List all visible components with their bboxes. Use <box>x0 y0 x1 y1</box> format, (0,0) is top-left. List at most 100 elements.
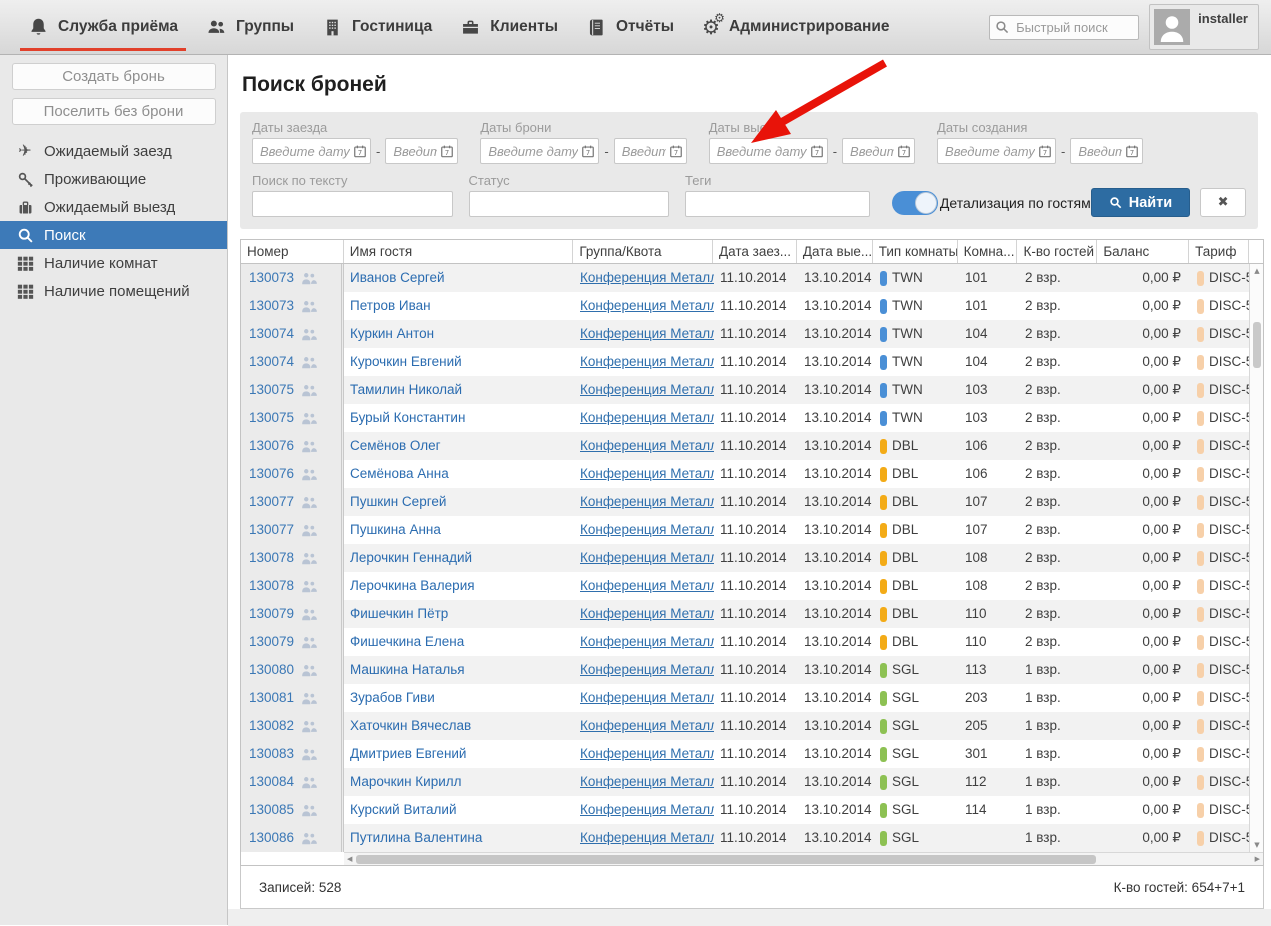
clear-filters-button[interactable]: ✖ <box>1200 188 1246 217</box>
sidebar-item-expected-departure[interactable]: Ожидаемый выезд <box>0 193 227 221</box>
group-quota-link[interactable]: Конференция Металлург <box>580 432 714 460</box>
table-row[interactable]: 130086 Путилина Валентина Конференция Ме… <box>241 824 1263 852</box>
calendar-icon[interactable]: 7 <box>1038 144 1052 158</box>
group-quota-link[interactable]: Конференция Металлург <box>580 292 714 320</box>
guest-name-link[interactable]: Курочкин Евгений <box>350 348 462 376</box>
status-input[interactable] <box>469 191 670 217</box>
user-menu[interactable]: installer <box>1149 4 1259 50</box>
booking-number-link[interactable]: 130073 <box>249 264 294 292</box>
nav-item-clients[interactable]: Клиенты <box>446 0 572 54</box>
booking-number-link[interactable]: 130073 <box>249 292 294 320</box>
guest-name-link[interactable]: Хаточкин Вячеслав <box>350 712 471 740</box>
booking-number-link[interactable]: 130079 <box>249 628 294 656</box>
guest-name-link[interactable]: Петров Иван <box>350 292 431 320</box>
group-quota-link[interactable]: Конференция Металлург <box>580 628 714 656</box>
calendar-icon[interactable]: 7 <box>810 144 824 158</box>
guest-name-link[interactable]: Пушкина Анна <box>350 516 441 544</box>
guest-name-link[interactable]: Иванов Сергей <box>350 264 445 292</box>
table-row[interactable]: 130075 Бурый Константин Конференция Мета… <box>241 404 1263 432</box>
group-quota-link[interactable]: Конференция Металлург <box>580 656 714 684</box>
booking-number-link[interactable]: 130075 <box>249 404 294 432</box>
sidebar-item-expected-arrival[interactable]: ✈ Ожидаемый заезд <box>0 137 227 165</box>
group-quota-link[interactable]: Конференция Металлург <box>580 796 714 824</box>
guest-name-link[interactable]: Фишечкина Елена <box>350 628 464 656</box>
guest-name-link[interactable]: Дмитриев Евгений <box>350 740 466 768</box>
table-row[interactable]: 130073 Петров Иван Конференция Металлург… <box>241 292 1263 320</box>
guest-name-link[interactable]: Бурый Константин <box>350 404 465 432</box>
calendar-icon[interactable]: 7 <box>669 144 683 158</box>
booking-number-link[interactable]: 130074 <box>249 320 294 348</box>
table-row[interactable]: 130077 Пушкина Анна Конференция Металлур… <box>241 516 1263 544</box>
table-row[interactable]: 130084 Марочкин Кирилл Конференция Метал… <box>241 768 1263 796</box>
column-header-balance[interactable]: Баланс <box>1097 240 1189 263</box>
nav-item-hotel[interactable]: Гостиница <box>308 0 446 54</box>
nav-item-administration[interactable]: ⚙⚙ Администрирование <box>688 0 903 54</box>
booking-number-link[interactable]: 130082 <box>249 712 294 740</box>
booking-number-link[interactable]: 130084 <box>249 768 294 796</box>
sidebar-item-search[interactable]: Поиск <box>0 221 227 249</box>
table-row[interactable]: 130080 Машкина Наталья Конференция Метал… <box>241 656 1263 684</box>
group-quota-link[interactable]: Конференция Металлург <box>580 488 714 516</box>
vertical-scroll-thumb[interactable] <box>1253 322 1261 368</box>
group-quota-link[interactable]: Конференция Металлург <box>580 516 714 544</box>
group-quota-link[interactable]: Конференция Металлург <box>580 824 714 852</box>
horizontal-scroll-thumb[interactable] <box>356 855 1096 864</box>
guest-name-link[interactable]: Семёнов Олег <box>350 432 441 460</box>
table-row[interactable]: 130083 Дмитриев Евгений Конференция Мета… <box>241 740 1263 768</box>
column-header-room-type[interactable]: Тип комнаты <box>873 240 958 263</box>
booking-number-link[interactable]: 130086 <box>249 824 294 852</box>
group-quota-link[interactable]: Конференция Металлург <box>580 544 714 572</box>
booking-number-link[interactable]: 130078 <box>249 572 294 600</box>
table-row[interactable]: 130082 Хаточкин Вячеслав Конференция Мет… <box>241 712 1263 740</box>
booking-number-link[interactable]: 130074 <box>249 348 294 376</box>
scroll-right-arrow[interactable]: ▶ <box>1255 853 1260 865</box>
column-header-group-quota[interactable]: Группа/Квота <box>573 240 713 263</box>
table-row[interactable]: 130079 Фишечкин Пётр Конференция Металлу… <box>241 600 1263 628</box>
horizontal-scrollbar[interactable]: ◀ ▶ <box>344 852 1263 865</box>
booking-number-link[interactable]: 130077 <box>249 488 294 516</box>
tags-input[interactable] <box>685 191 870 217</box>
group-quota-link[interactable]: Конференция Металлург <box>580 376 714 404</box>
booking-number-link[interactable]: 130081 <box>249 684 294 712</box>
column-header-guest-name[interactable]: Имя гостя <box>344 240 574 263</box>
group-quota-link[interactable]: Конференция Металлург <box>580 740 714 768</box>
calendar-icon[interactable]: 7 <box>353 144 367 158</box>
table-row[interactable]: 130074 Курочкин Евгений Конференция Мета… <box>241 348 1263 376</box>
column-header-tariff[interactable]: Тариф <box>1189 240 1249 263</box>
calendar-icon[interactable]: 7 <box>581 144 595 158</box>
nav-item-groups[interactable]: Группы <box>192 0 308 54</box>
table-row[interactable]: 130081 Зурабов Гиви Конференция Металлур… <box>241 684 1263 712</box>
text-search-input[interactable] <box>252 191 453 217</box>
scroll-down-arrow[interactable]: ▼ <box>1250 841 1264 849</box>
sidebar-item-premises-availability[interactable]: Наличие помещений <box>0 277 227 305</box>
booking-number-link[interactable]: 130085 <box>249 796 294 824</box>
calendar-icon[interactable]: 7 <box>897 144 911 158</box>
table-row[interactable]: 130073 Иванов Сергей Конференция Металлу… <box>241 264 1263 292</box>
column-header-arrival[interactable]: Дата заез... <box>713 240 797 263</box>
table-row[interactable]: 130077 Пушкин Сергей Конференция Металлу… <box>241 488 1263 516</box>
sidebar-item-residents[interactable]: Проживающие <box>0 165 227 193</box>
guest-name-link[interactable]: Тамилин Николай <box>350 376 462 404</box>
nav-item-front-desk[interactable]: Служба приёма <box>14 0 192 54</box>
booking-number-link[interactable]: 130078 <box>249 544 294 572</box>
group-quota-link[interactable]: Конференция Металлург <box>580 712 714 740</box>
booking-number-link[interactable]: 130075 <box>249 376 294 404</box>
group-quota-link[interactable]: Конференция Металлург <box>580 572 714 600</box>
booking-number-link[interactable]: 130083 <box>249 740 294 768</box>
guest-name-link[interactable]: Лерочкина Валерия <box>350 572 475 600</box>
group-quota-link[interactable]: Конференция Металлург <box>580 320 714 348</box>
group-quota-link[interactable]: Конференция Металлург <box>580 600 714 628</box>
group-quota-link[interactable]: Конференция Металлург <box>580 404 714 432</box>
checkin-without-booking-button[interactable]: Поселить без брони <box>12 98 216 125</box>
group-quota-link[interactable]: Конференция Металлург <box>580 460 714 488</box>
booking-number-link[interactable]: 130076 <box>249 432 294 460</box>
guest-name-link[interactable]: Семёнова Анна <box>350 460 449 488</box>
group-quota-link[interactable]: Конференция Металлург <box>580 684 714 712</box>
guest-name-link[interactable]: Куркин Антон <box>350 320 434 348</box>
column-header-room[interactable]: Комна... <box>958 240 1018 263</box>
vertical-scrollbar[interactable]: ▲ ▼ <box>1249 264 1263 852</box>
booking-number-link[interactable]: 130079 <box>249 600 294 628</box>
table-row[interactable]: 130076 Семёнов Олег Конференция Металлур… <box>241 432 1263 460</box>
sidebar-item-room-availability[interactable]: Наличие комнат <box>0 249 227 277</box>
guest-name-link[interactable]: Марочкин Кирилл <box>350 768 462 796</box>
